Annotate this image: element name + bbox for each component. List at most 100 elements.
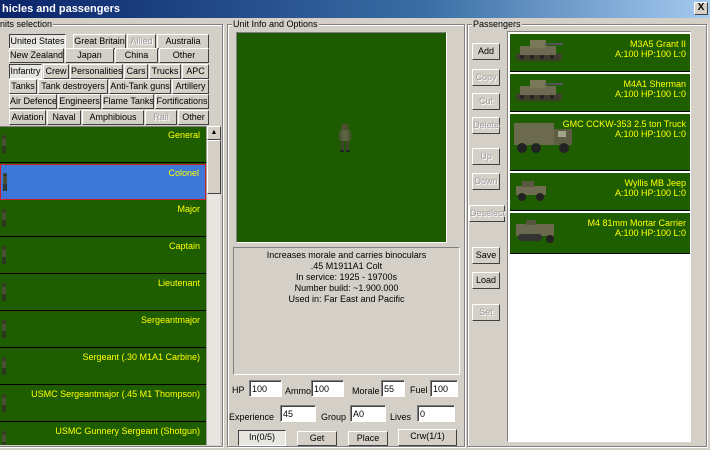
type-other-button[interactable]: Other [178,110,209,125]
scroll-up-arrow-icon[interactable]: ▲ [207,126,221,140]
passenger-label: M4A1 Sherman A:100 HP:100 L:0 [615,79,686,99]
up-button[interactable]: Up [472,148,500,165]
soldier-icon [2,320,6,338]
description-line: Increases morale and carries binoculars [266,250,427,260]
copy-button[interactable]: Copy [472,69,500,86]
description-line: .45 M1911A1 Colt [310,261,383,271]
type-air-defence-button[interactable]: Air Defence [9,94,57,109]
in-button[interactable]: In(0/5) [238,430,286,446]
experience-input[interactable] [280,405,316,422]
passenger-row[interactable]: Wyllis MB Jeep A:100 HP:100 L:0 [510,173,690,211]
type-flame-tanks-button[interactable]: Flame Tanks [102,94,154,109]
type-naval-button[interactable]: Naval [47,110,81,125]
soldier-icon [2,283,6,301]
halftrack-icon [512,216,560,248]
description-line: In service: 1925 - 19700s [295,272,398,282]
down-button[interactable]: Down [472,173,500,190]
place-button[interactable]: Place [348,431,388,446]
unit-row[interactable]: Major [0,201,206,237]
type-trucks-button[interactable]: Trucks [149,64,181,79]
nation-allied-button[interactable]: Allied [127,34,156,49]
unit-name: Colonel [168,168,199,178]
scroll-thumb[interactable] [207,140,221,194]
unit-name: Sergeant (.30 M1A1 Carbine) [82,352,200,362]
passenger-row[interactable]: M3A5 Grant II A:100 HP:100 L:0 [510,34,690,72]
passenger-row[interactable]: M4A1 Sherman A:100 HP:100 L:0 [510,74,690,112]
get-button[interactable]: Get [297,431,337,446]
nation-great-britain-button[interactable]: Great Britain [73,34,126,49]
soldier-icon [3,173,7,191]
type-personalities-button[interactable]: Personalities [70,64,123,79]
passenger-row[interactable]: M4 81mm Mortar Carrier A:100 HP:100 L:0 [510,213,690,254]
ammo-input[interactable] [311,380,344,397]
group-input[interactable] [350,405,386,422]
nation-australia-button[interactable]: Australia [157,34,209,49]
passenger-stats: A:100 HP:100 L:0 [614,49,686,59]
add-button[interactable]: Add [472,43,500,60]
unit-row[interactable]: Lieutenant [0,275,206,311]
type-tank-destroyers-button[interactable]: Tank destroyers [38,79,108,94]
nation-united-states-button[interactable]: United States [9,34,66,49]
type-engineers-button[interactable]: Engineers [58,94,101,109]
fuel-input[interactable] [430,380,458,397]
unit-row[interactable]: Captain [0,238,206,274]
passenger-label: GMC CCKW-353 2.5 ton Truck A:100 HP:100 L… [563,119,686,139]
description-line: Used in: Far East and Pacific [288,294,405,304]
unit-name: USMC Sergeantmajor (.45 M1 Thompson) [31,389,200,399]
soldier-icon [2,246,6,264]
type-apc-button[interactable]: APC [182,64,209,79]
unit-name: Lieutenant [157,278,200,288]
type-anti-tank-guns-button[interactable]: Anti-Tank guns [109,79,171,94]
unit-row[interactable]: Sergeantmajor [0,312,206,348]
unit-row[interactable]: Sergeant (.30 M1A1 Carbine) [0,349,206,385]
nation-japan-button[interactable]: Japan [65,48,114,63]
unit-row[interactable]: USMC Gunnery Sergeant (Shotgun) [0,423,206,445]
passenger-label: M3A5 Grant II A:100 HP:100 L:0 [615,39,686,59]
crew-button[interactable]: Crw(1/1) [398,429,457,446]
lives-input[interactable] [417,405,455,422]
passenger-list[interactable]: M3A5 Grant II A:100 HP:100 L:0 M4A1 Sherma… [507,31,691,442]
cut-button[interactable]: Cut [472,93,500,110]
unit-name: USMC Gunnery Sergeant (Shotgun) [55,426,200,436]
unit-row[interactable]: Colonel [0,164,206,200]
set-button[interactable]: Set [472,304,500,321]
tank-icon [512,77,566,107]
deselect-button[interactable]: Deselect [469,205,505,222]
type-aviation-button[interactable]: Aviation [9,110,46,125]
type-infantry-button[interactable]: Infantry [9,64,42,79]
passenger-name: M3A5 Grant II [629,39,686,49]
load-button[interactable]: Load [472,272,500,289]
type-rail-button[interactable]: Rail [145,110,177,125]
soldier-icon [2,431,6,445]
morale-input[interactable] [381,380,405,397]
passenger-row[interactable]: GMC CCKW-353 2.5 ton Truck A:100 HP:100 L… [510,114,690,171]
passenger-stats: A:100 HP:100 L:0 [614,129,686,139]
unit-row[interactable]: USMC Sergeantmajor (.45 M1 Thompson) [0,386,206,422]
soldier-sprite-icon [339,123,351,152]
passenger-stats: A:100 HP:100 L:0 [614,89,686,99]
type-artillery-button[interactable]: Artillery [172,79,209,94]
save-button[interactable]: Save [472,247,500,264]
delete-button[interactable]: Delete [472,117,500,134]
hp-input[interactable] [249,380,282,397]
type-tanks-button[interactable]: Tanks [9,79,37,94]
window-title: hicles and passengers [2,3,120,15]
nation-new-zealand-button[interactable]: New Zealand [9,48,64,63]
passenger-name: GMC CCKW-353 2.5 ton Truck [562,119,686,129]
unit-preview [236,32,447,243]
passenger-label: M4 81mm Mortar Carrier A:100 HP:100 L:0 [587,218,686,238]
nation-other-button[interactable]: Other [159,48,209,63]
type-crew-button[interactable]: Crew [43,64,69,79]
unit-name: Major [177,204,200,214]
type-cars-button[interactable]: Cars [124,64,148,79]
group-label: Group [321,412,347,422]
type-amphibious-button[interactable]: Amphibious [82,110,144,125]
unit-row[interactable]: General [0,127,206,163]
unit-list[interactable]: General Colonel Major Captain Lieutenant Serg… [0,126,206,445]
unit-info-title: Unit Info and Options [232,19,319,30]
nation-china-button[interactable]: China [115,48,158,63]
type-fortifications-button[interactable]: Fortifications [155,94,209,109]
close-button[interactable]: X [694,2,708,15]
unit-list-scrollbar[interactable]: ▲ [206,126,221,445]
passenger-name: M4A1 Sherman [623,79,686,89]
